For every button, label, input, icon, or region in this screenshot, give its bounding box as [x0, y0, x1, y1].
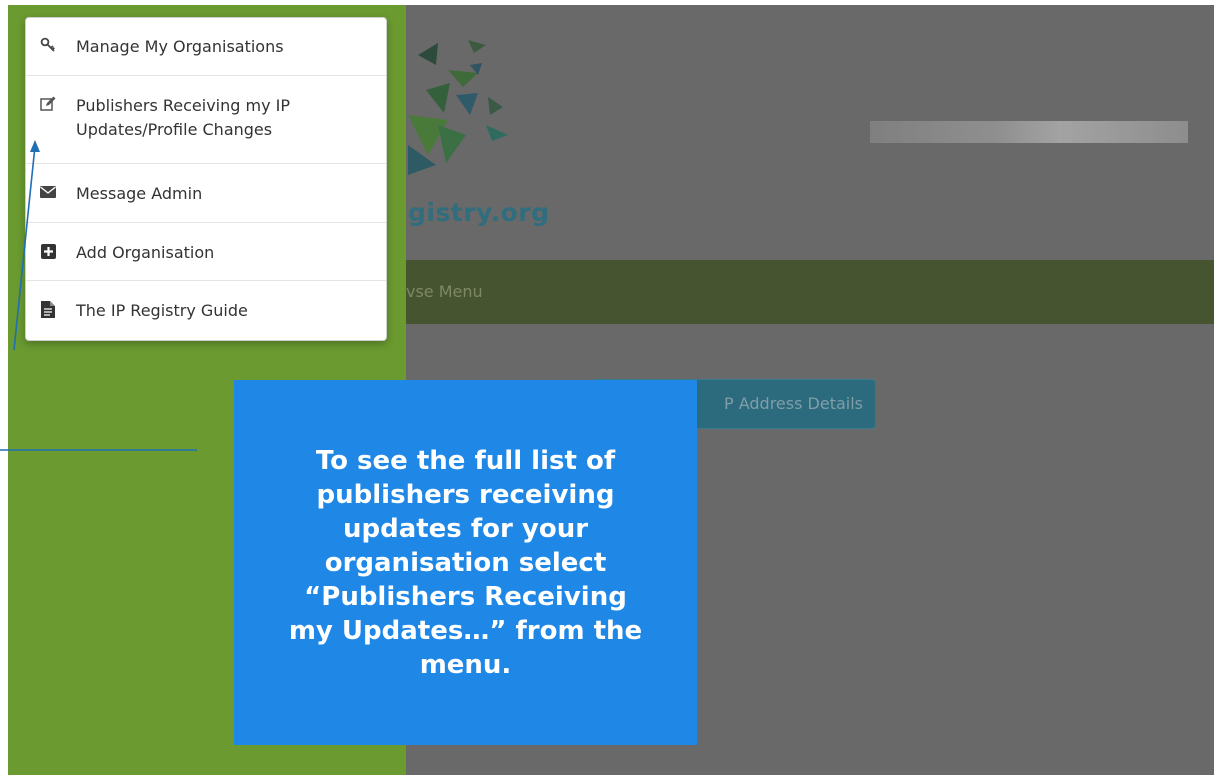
key-icon	[38, 35, 58, 55]
menu-item-manage-organisations[interactable]: Manage My Organisations	[26, 18, 386, 76]
menu-item-label-line1: Publishers Receiving my IP	[76, 96, 291, 115]
logo-graphic	[408, 40, 508, 175]
browse-menu-bar[interactable]: vse Menu	[406, 260, 1214, 324]
menu-item-message-admin[interactable]: Message Admin	[26, 164, 386, 223]
edit-icon	[38, 94, 58, 114]
envelope-icon	[38, 182, 58, 202]
instruction-callout: To see the full list of publishers recei…	[234, 380, 697, 745]
blurred-search-bar	[870, 121, 1188, 143]
organisation-dropdown-menu: Manage My Organisations Publishers Recei…	[25, 17, 387, 341]
ip-address-details-label: P Address Details	[723, 394, 863, 413]
menu-item-add-organisation[interactable]: Add Organisation	[26, 223, 386, 281]
menu-item-ip-registry-guide[interactable]: The IP Registry Guide	[26, 281, 386, 341]
plus-square-icon	[38, 241, 58, 261]
menu-item-label: Publishers Receiving my IP Updates/Profi…	[76, 94, 290, 142]
file-icon	[38, 299, 58, 319]
browse-menu-label: vse Menu	[406, 282, 483, 301]
menu-item-label: Manage My Organisations	[76, 37, 284, 56]
callout-text: To see the full list of publishers recei…	[288, 445, 643, 680]
menu-item-label-line2: Updates/Profile Changes	[76, 120, 273, 139]
menu-item-publishers-receiving-updates[interactable]: Publishers Receiving my IP Updates/Profi…	[26, 76, 386, 164]
menu-item-label: The IP Registry Guide	[76, 301, 248, 320]
menu-item-label: Add Organisation	[76, 243, 215, 262]
menu-item-label: Message Admin	[76, 184, 203, 203]
logo-text: gistry.org	[408, 198, 550, 227]
